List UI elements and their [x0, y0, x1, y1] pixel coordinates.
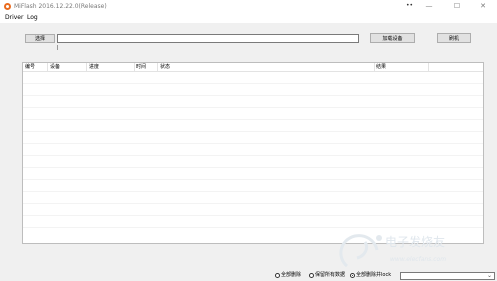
- table-row: [23, 107, 483, 108]
- watermark-url: www.elecfans.com: [390, 256, 447, 263]
- table-row: [23, 203, 483, 204]
- option-delete-all-lock[interactable]: 全部删除并lock: [350, 271, 391, 279]
- radio-icon[interactable]: [275, 272, 280, 278]
- column-divider[interactable]: [428, 63, 429, 72]
- col-header-device[interactable]: 设备: [50, 64, 60, 71]
- minimize-button[interactable]: —: [415, 0, 443, 13]
- window-title: MiFlash 2016.12.22.0(Release): [14, 3, 107, 10]
- more-icon[interactable]: ••: [406, 2, 413, 10]
- menu-driver[interactable]: Driver: [5, 13, 23, 23]
- device-table[interactable]: 编号 设备 进度 时间 状态 结果: [22, 62, 484, 244]
- progress-tick: [57, 45, 58, 50]
- table-row: [23, 143, 483, 144]
- table-row: [23, 95, 483, 96]
- column-divider[interactable]: [134, 63, 135, 72]
- load-device-button[interactable]: 加载设备: [370, 33, 415, 43]
- table-row: [23, 215, 483, 216]
- table-row: [23, 167, 483, 168]
- table-row: [23, 155, 483, 156]
- radio-selected-icon[interactable]: [350, 272, 355, 278]
- column-divider[interactable]: [47, 63, 48, 72]
- table-row: [23, 179, 483, 180]
- flash-button[interactable]: 刷机: [437, 33, 471, 43]
- col-header-progress[interactable]: 进度: [89, 64, 99, 71]
- menu-log[interactable]: Log: [27, 13, 38, 23]
- option-delete-all[interactable]: 全部删除: [275, 271, 301, 279]
- select-button[interactable]: 选择: [25, 34, 55, 43]
- option-label: 全部删除并lock: [356, 272, 392, 278]
- menu-bar: Driver Log: [0, 13, 497, 23]
- option-label: 保留所有数据: [315, 272, 346, 278]
- close-button[interactable]: ✕: [469, 0, 497, 13]
- table-row: [23, 83, 483, 84]
- col-header-id[interactable]: 编号: [25, 64, 35, 71]
- maximize-button[interactable]: ☐: [443, 0, 471, 13]
- col-header-status[interactable]: 状态: [160, 64, 170, 71]
- app-icon: [4, 3, 11, 10]
- table-header: 编号 设备 进度 时间 状态 结果: [23, 63, 483, 72]
- col-header-time[interactable]: 时间: [136, 64, 146, 71]
- title-bar: MiFlash 2016.12.22.0(Release) •• — ☐ ✕: [0, 0, 497, 13]
- table-row: [23, 191, 483, 192]
- column-divider[interactable]: [157, 63, 158, 72]
- option-label: 全部删除: [281, 272, 302, 278]
- option-keep-data[interactable]: 保留所有数据: [309, 271, 345, 279]
- table-row: [23, 131, 483, 132]
- col-header-result[interactable]: 结果: [376, 64, 386, 71]
- column-divider[interactable]: [86, 63, 87, 72]
- column-divider[interactable]: [374, 63, 375, 72]
- watermark-brand: 电子发烧友: [385, 235, 446, 249]
- device-dropdown[interactable]: ⌄: [400, 272, 495, 280]
- path-input[interactable]: [57, 34, 359, 43]
- table-row: [23, 119, 483, 120]
- radio-icon[interactable]: [309, 272, 314, 278]
